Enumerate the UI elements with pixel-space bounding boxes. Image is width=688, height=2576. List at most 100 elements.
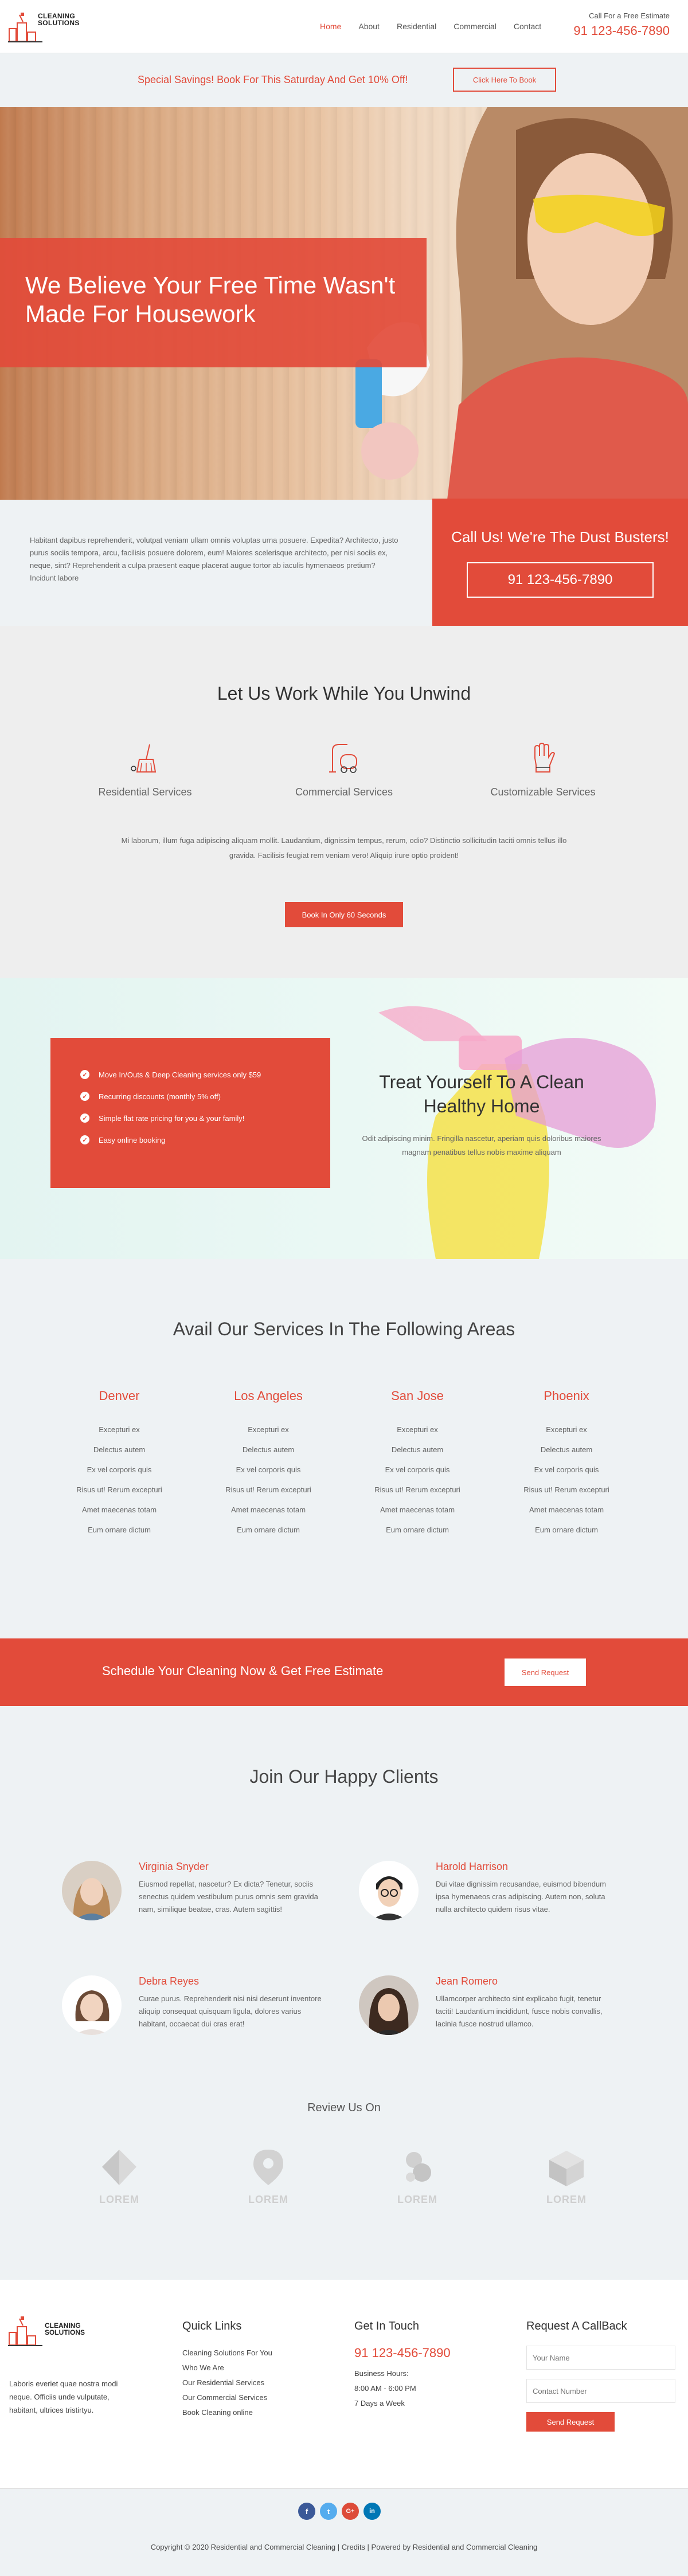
- city-name: Phoenix: [544, 1389, 589, 1403]
- service-commercial[interactable]: Commercial Services: [269, 740, 419, 798]
- area-item: Amet maecenas totam: [230, 1505, 306, 1514]
- footer-phone[interactable]: 91 123-456-7890: [354, 2346, 451, 2361]
- service-label: Customizable Services: [490, 786, 596, 798]
- area-item: Eum ornare dictum: [237, 1526, 300, 1534]
- feature-item: ✓ Recurring discounts (monthly 5% off): [80, 1092, 330, 1101]
- hours-label: Business Hours:: [354, 2369, 409, 2378]
- review-logo[interactable]: LOREM: [383, 2147, 452, 2206]
- client-text: Ullamcorper architecto sint explicabo fu…: [436, 1994, 603, 2028]
- areas-section: Avail Our Services In The Following Area…: [0, 1259, 688, 1638]
- get-in-touch: Get In Touch 91 123-456-7890 Business Ho…: [354, 2320, 451, 2411]
- feature-text: Easy online booking: [99, 1135, 166, 1144]
- treat-text: Odit adipiscing minim. Fringilla nascetu…: [362, 1134, 601, 1156]
- review-logo[interactable]: LOREM: [532, 2147, 601, 2206]
- area-item: Amet maecenas totam: [380, 1505, 455, 1514]
- linkedin-icon[interactable]: in: [363, 2503, 381, 2520]
- brand-line-2: SOLUTIONS: [45, 2328, 85, 2336]
- call-box-phone[interactable]: 91 123-456-7890: [467, 562, 654, 598]
- book-60-button[interactable]: Book In Only 60 Seconds: [285, 902, 403, 927]
- get-in-touch-title: Get In Touch: [354, 2320, 420, 2332]
- callback-send-button[interactable]: Send Request: [526, 2412, 615, 2432]
- area-item: Ex vel corporis quis: [534, 1465, 599, 1474]
- review-logo-icon: [102, 2150, 136, 2185]
- header-call: Call For a Free Estimate 91 123-456-7890: [573, 11, 670, 38]
- city-name: Denver: [99, 1389, 140, 1403]
- service-label: Commercial Services: [295, 786, 393, 798]
- nav-home[interactable]: Home: [320, 22, 341, 31]
- twitter-icon[interactable]: t: [320, 2503, 337, 2520]
- avatar: [62, 1861, 122, 1920]
- brand-line-2: SOLUTIONS: [38, 19, 80, 27]
- name-field[interactable]: [526, 2346, 675, 2370]
- review-logo-text: LOREM: [397, 2194, 437, 2205]
- promo-text: Special Savings! Book For This Saturday …: [138, 74, 408, 85]
- avatar: [359, 1975, 419, 2035]
- facebook-icon[interactable]: f: [298, 2503, 315, 2520]
- feature-text: Move In/Outs & Deep Cleaning services on…: [99, 1070, 261, 1079]
- callback-title: Request A CallBack: [526, 2320, 627, 2332]
- send-request-button[interactable]: Send Request: [505, 1658, 586, 1686]
- days: 7 Days a Week: [354, 2399, 405, 2408]
- client-name: Harold Harrison: [436, 1861, 509, 1872]
- avatar: [359, 1861, 419, 1920]
- book-button[interactable]: Click Here To Book: [453, 68, 556, 92]
- review-logo-text: LOREM: [248, 2194, 288, 2205]
- review-logo[interactable]: LOREM: [234, 2147, 303, 2206]
- area-item: Amet maecenas totam: [529, 1505, 604, 1514]
- area-item: Excepturi ex: [99, 1425, 140, 1434]
- nav-commercial[interactable]: Commercial: [454, 22, 497, 31]
- logo-text[interactable]: CLEANING SOLUTIONS: [38, 13, 80, 26]
- contact-number-field[interactable]: [526, 2379, 675, 2403]
- main-nav: Home About Residential Commercial Contac…: [320, 22, 558, 31]
- area-item: Excepturi ex: [397, 1425, 438, 1434]
- review-logo-text: LOREM: [99, 2194, 139, 2205]
- nav-about[interactable]: About: [358, 22, 380, 31]
- review-logo[interactable]: LOREM: [85, 2147, 154, 2206]
- clients-title: Join Our Happy Clients: [249, 1766, 439, 1787]
- call-box: Call Us! We're The Dust Busters! 91 123-…: [432, 499, 688, 626]
- area-item: Ex vel corporis quis: [87, 1465, 152, 1474]
- call-label: Call For a Free Estimate: [589, 11, 670, 20]
- area-item: Risus ut! Rerum excepturi: [374, 1485, 460, 1494]
- nav-residential[interactable]: Residential: [397, 22, 436, 31]
- cube-icon: [549, 2151, 584, 2186]
- service-residential[interactable]: Residential Services: [71, 740, 220, 798]
- footer-link[interactable]: Our Commercial Services: [182, 2390, 272, 2405]
- treat-title: Treat Yourself To A Clean Healthy Home: [379, 1072, 584, 1116]
- check-icon: ✓: [80, 1113, 89, 1123]
- footer-logo[interactable]: CLEANING SOLUTIONS: [8, 2315, 85, 2350]
- area-item: Excepturi ex: [546, 1425, 587, 1434]
- area-item: Eum ornare dictum: [386, 1526, 449, 1534]
- check-icon: ✓: [80, 1092, 89, 1101]
- area-column-los-angeles: Los Angeles Excepturi ex Delectus autem …: [217, 1389, 320, 1546]
- schedule-bar: Schedule Your Cleaning Now & Get Free Es…: [0, 1638, 688, 1706]
- features-list: ✓ Move In/Outs & Deep Cleaning services o…: [80, 1070, 330, 1144]
- area-column-denver: Denver Excepturi ex Delectus autem Ex ve…: [68, 1389, 171, 1546]
- broom-icon: [131, 744, 157, 773]
- services-title: Let Us Work While You Unwind: [217, 683, 471, 704]
- feature-item: ✓ Easy online booking: [80, 1135, 330, 1144]
- call-phone[interactable]: 91 123-456-7890: [573, 23, 670, 38]
- review-logo-text: LOREM: [546, 2194, 587, 2205]
- service-customizable[interactable]: Customizable Services: [468, 740, 617, 798]
- clients-section: Join Our Happy Clients Virginia Snyder E…: [0, 1706, 688, 2280]
- google-plus-icon[interactable]: G+: [342, 2503, 359, 2520]
- area-item: Delectus autem: [93, 1445, 146, 1454]
- footer-link[interactable]: Cleaning Solutions For You: [182, 2346, 272, 2361]
- footer-link[interactable]: Our Residential Services: [182, 2375, 272, 2390]
- footer-link[interactable]: Who We Are: [182, 2361, 272, 2375]
- client-name: Virginia Snyder: [139, 1861, 209, 1872]
- nav-contact[interactable]: Contact: [514, 22, 541, 31]
- services-section: Let Us Work While You Unwind Residential…: [0, 626, 688, 978]
- area-item: Ex vel corporis quis: [236, 1465, 301, 1474]
- area-column-phoenix: Phoenix Excepturi ex Delectus autem Ex v…: [515, 1389, 618, 1546]
- schedule-text: Schedule Your Cleaning Now & Get Free Es…: [102, 1664, 384, 1678]
- city-name: San Jose: [391, 1389, 444, 1403]
- site-footer: CLEANING SOLUTIONS Laboris everiet quae …: [0, 2280, 688, 2488]
- review-title: Review Us On: [307, 2101, 381, 2114]
- client-text: Dui vitae dignissim recusandae, euismod …: [436, 1880, 606, 1914]
- footer-link[interactable]: Book Cleaning online: [182, 2405, 272, 2420]
- area-item: Delectus autem: [391, 1445, 444, 1454]
- logo-icon: [8, 2316, 42, 2346]
- client-text: Eiusmod repellat, nascetur? Ex dicta? Te…: [139, 1880, 318, 1914]
